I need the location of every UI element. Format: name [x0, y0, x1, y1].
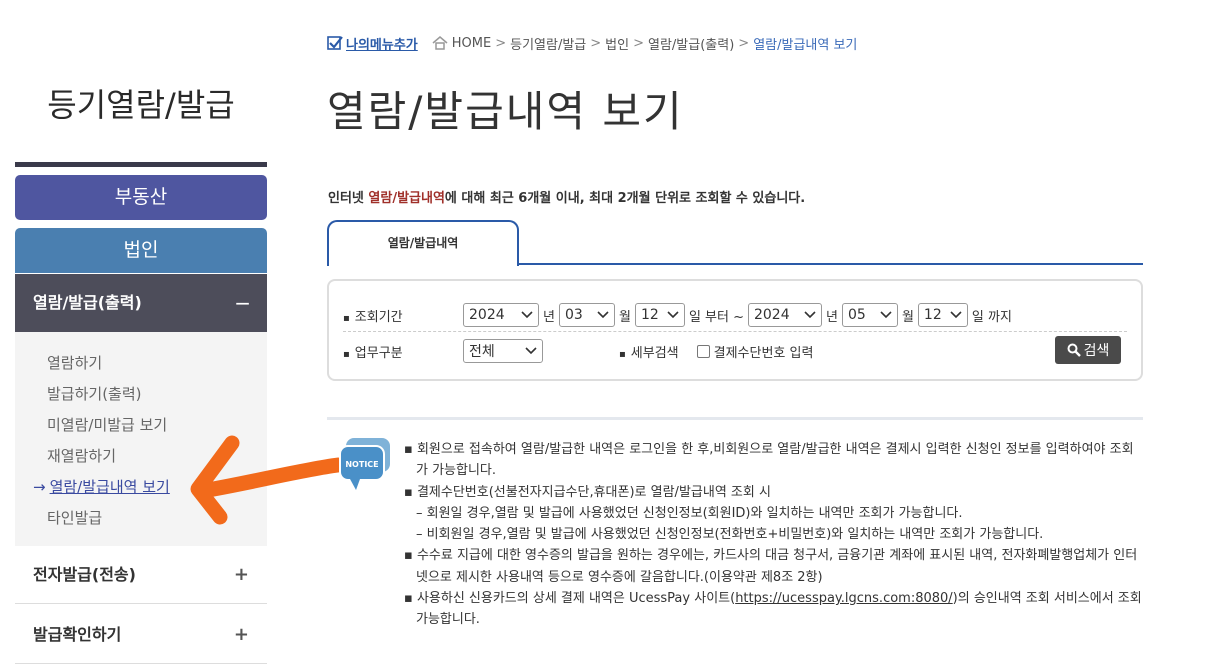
add-my-menu-label: 나의메뉴추가 [346, 37, 418, 53]
tab-history[interactable]: 열람/발급내역 [327, 220, 519, 266]
year-unit: 년 [543, 309, 555, 325]
from-month-value: 03 [564, 307, 583, 323]
notice-icon-text: NOTICE [345, 460, 378, 469]
page-title: 열람/발급내역 보기 [327, 87, 684, 136]
chevron-right-icon: > [633, 35, 644, 51]
month-unit: 월 [618, 309, 631, 325]
search-panel: 조회기간 2024 년 03 월 12 일 부터 ~ 2024 년 05 월 1… [327, 279, 1143, 381]
year-unit: 년 [825, 309, 838, 325]
notice-item: 사용하신 신용카드의 상세 결제 내역은 UcessPay 사이트(https:… [404, 588, 1144, 631]
submenu-item-history[interactable]: → 열람/발급내역 보기 [33, 476, 170, 497]
orange-arrow-annotation [190, 435, 346, 525]
to-year-select[interactable]: 2024 [747, 303, 822, 327]
chevron-down-icon [521, 311, 533, 319]
breadcrumb: 나의메뉴추가 HOME > 등기열람/발급 > 법인 > 열람/발급(출력) >… [327, 33, 857, 53]
to-month-value: 05 [847, 307, 866, 323]
active-arrow-icon: → [33, 478, 46, 496]
submenu-item-unviewed[interactable]: 미열람/미발급 보기 [47, 414, 167, 435]
search-button[interactable]: 검색 [1055, 336, 1121, 364]
chevron-down-icon [597, 311, 609, 319]
period-notice-pre: 인터넷 [328, 191, 369, 206]
notice-list: 회원으로 접속하여 열람/발급한 내역은 로그인을 한 후,비회원으로 열람/발… [404, 439, 1144, 631]
submenu-item-view[interactable]: 열람하기 [47, 352, 102, 373]
from-month-select[interactable]: 03 [558, 303, 615, 327]
period-notice-post: 에 대해 최근 6개월 이내, 최대 2개월 단위로 조회할 수 있습니다. [444, 191, 806, 206]
payment-number-label[interactable]: 결제수단번호 입력 [714, 342, 814, 361]
to-day-select[interactable]: 12 [917, 303, 968, 327]
sidebar-section-print[interactable]: 열람/발급(출력) − [15, 274, 267, 332]
task-label: 업무구분 [343, 342, 463, 361]
from-year-select[interactable]: 2024 [463, 303, 539, 327]
chevron-down-icon [804, 311, 816, 319]
payment-number-checkbox[interactable] [696, 344, 710, 358]
expand-icon[interactable]: + [234, 546, 249, 604]
notice-item: 결제수단번호(선불전자지급수단,휴대폰)로 열람/발급내역 조회 시 [404, 482, 1144, 503]
detail-search-label: 세부검색 [619, 342, 679, 361]
corporation-button[interactable]: 법인 [15, 228, 267, 273]
notice-subitem: 비회원일 경우,열람 및 발급에 사용했었던 신청인정보(전화번호+비밀번호)와… [404, 524, 1144, 545]
add-my-menu-link[interactable]: 나의메뉴추가 [327, 34, 418, 53]
sidebar: 등기열람/발급 부동산 법인 열람/발급(출력) − 열람하기 발급하기(출력)… [15, 0, 267, 670]
sidebar-section-e-issue[interactable]: 전자발급(전송) + [15, 546, 267, 604]
sidebar-section-label: 열람/발급(출력) [33, 293, 142, 312]
notice-icon: NOTICE [339, 438, 390, 490]
chevron-down-icon [950, 311, 962, 319]
submenu-item-history-label: 열람/발급내역 보기 [49, 478, 170, 496]
info-divider [327, 417, 1143, 420]
submenu-item-issue[interactable]: 발급하기(출력) [47, 383, 142, 404]
from-year-value: 2024 [469, 307, 505, 323]
period-notice-highlight: 열람/발급내역 [368, 191, 445, 206]
notice-item-pre: 사용하신 신용카드의 상세 결제 내역은 UcessPay 사이트( [416, 591, 736, 607]
from-unit: 일 부터 ~ [688, 309, 744, 325]
search-icon [1067, 343, 1081, 357]
real-estate-button[interactable]: 부동산 [15, 175, 267, 220]
chevron-down-icon [880, 311, 892, 319]
from-day-select[interactable]: 12 [634, 303, 685, 327]
submenu-item-review[interactable]: 재열람하기 [47, 445, 116, 466]
notice-subitem: 회원일 경우,열람 및 발급에 사용했었던 신청인정보(회원ID)와 일치하는 … [404, 503, 1144, 524]
to-year-value: 2024 [753, 307, 790, 323]
notice-item: 수수료 지급에 대한 영수증의 발급을 원하는 경우에는, 카드사의 대금 청구… [404, 545, 1144, 588]
to-unit: 일 까지 [971, 309, 1012, 325]
row-divider [343, 331, 1127, 332]
period-notice: 인터넷 열람/발급내역에 대해 최근 6개월 이내, 최대 2개월 단위로 조회… [328, 187, 805, 206]
period-row: 조회기간 2024 년 03 월 12 일 부터 ~ 2024 년 05 월 1… [343, 303, 1016, 327]
sidebar-title: 등기열람/발급 [47, 86, 235, 124]
chevron-right-icon: > [495, 35, 507, 51]
sidebar-section-verify[interactable]: 발급확인하기 + [15, 606, 267, 664]
collapse-icon[interactable]: − [234, 274, 251, 332]
checkbox-check-icon [327, 36, 343, 50]
submenu-item-other-issue[interactable]: 타인발급 [47, 507, 102, 528]
search-button-label: 검색 [1083, 343, 1110, 359]
breadcrumb-current: 열람/발급내역 보기 [753, 37, 858, 53]
chevron-right-icon: > [738, 35, 750, 51]
expand-icon[interactable]: + [234, 606, 249, 664]
breadcrumb-corporation[interactable]: 법인 [605, 34, 629, 53]
home-icon [432, 36, 448, 50]
to-day-value: 12 [923, 307, 942, 323]
notice-item: 회원으로 접속하여 열람/발급한 내역은 로그인을 한 후,비회원으로 열람/발… [404, 439, 1144, 482]
month-unit: 월 [901, 309, 914, 325]
to-month-select[interactable]: 05 [841, 303, 898, 327]
breadcrumb-print[interactable]: 열람/발급(출력) [648, 34, 734, 53]
chevron-right-icon: > [590, 35, 602, 51]
from-day-value: 12 [640, 307, 659, 323]
task-select[interactable]: 전체 [463, 339, 543, 363]
breadcrumb-home[interactable]: HOME [452, 36, 491, 51]
chevron-down-icon [525, 347, 537, 355]
chevron-down-icon [667, 311, 679, 319]
sidebar-divider [15, 162, 267, 167]
sidebar-section-label: 전자발급(전송) [33, 565, 136, 584]
period-label: 조회기간 [343, 306, 463, 325]
sidebar-section-label: 발급확인하기 [33, 625, 122, 644]
breadcrumb-registry[interactable]: 등기열람/발급 [510, 34, 586, 53]
tab-underline [517, 263, 1143, 265]
ucesspay-link[interactable]: https://ucesspay.lgcns.com:8080/ [735, 591, 952, 606]
task-row: 업무구분 전체 세부검색 결제수단번호 입력 [343, 339, 813, 363]
task-value: 전체 [469, 344, 495, 360]
